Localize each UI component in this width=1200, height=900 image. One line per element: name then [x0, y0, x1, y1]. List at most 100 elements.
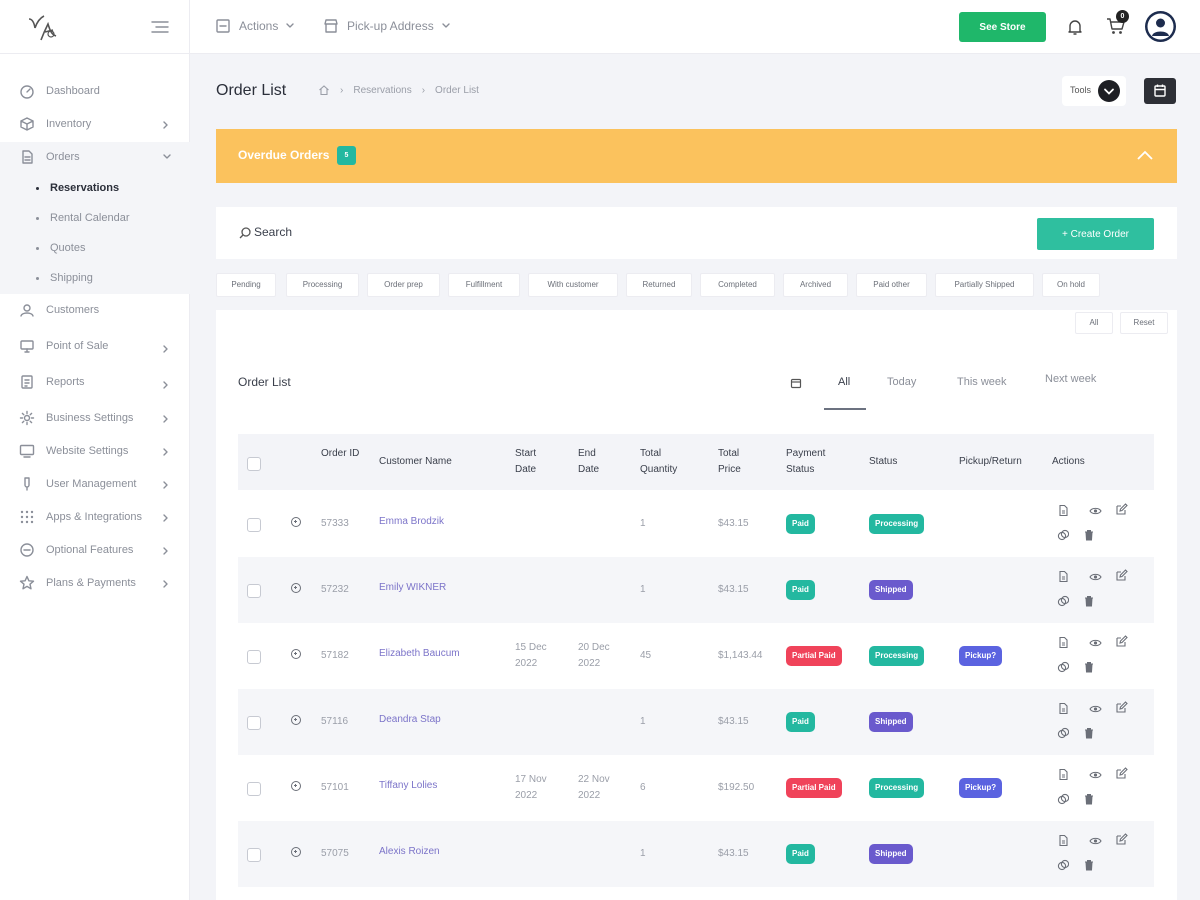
filter-pending[interactable]: Pending — [216, 273, 276, 297]
customer-name-link[interactable]: Emma Brodzik — [379, 516, 444, 527]
overdue-orders-panel[interactable]: Overdue Orders 5 — [216, 129, 1177, 183]
filter-archived[interactable]: Archived — [783, 273, 848, 297]
view-invoice-action[interactable] — [1057, 834, 1069, 847]
customer-name-link[interactable]: Emily WIKNER — [379, 582, 446, 593]
select-all-checkbox[interactable] — [247, 457, 261, 471]
row-checkbox[interactable] — [247, 848, 261, 862]
column-header-total-price[interactable]: Total Price — [718, 446, 750, 478]
view-order-action[interactable] — [1089, 703, 1102, 715]
expand-row-icon[interactable] — [291, 715, 301, 725]
view-invoice-action[interactable] — [1057, 702, 1069, 715]
sidebar-item-website-settings[interactable]: Website Settings — [0, 436, 190, 466]
column-header-payment-status[interactable]: Payment Status — [786, 446, 841, 478]
status-badge[interactable]: Shipped — [869, 844, 913, 864]
calendar-button[interactable] — [1144, 78, 1176, 104]
view-order-action[interactable] — [1089, 571, 1102, 583]
filter-on-hold[interactable]: On hold — [1042, 273, 1100, 297]
filter-all-button[interactable]: All — [1075, 312, 1113, 334]
home-icon[interactable] — [318, 84, 330, 96]
chevron-up-icon[interactable] — [1136, 148, 1154, 162]
sidebar-item-point-of-sale[interactable]: Point of Sale — [0, 331, 190, 361]
column-header-start-date[interactable]: Start Date — [515, 446, 545, 478]
sidebar-item-reports[interactable]: Reports — [0, 367, 190, 397]
expand-row-icon[interactable] — [291, 583, 301, 593]
row-checkbox[interactable] — [247, 518, 261, 532]
column-header-total-quantity[interactable]: Total Quantity — [640, 446, 690, 478]
sidebar-item-dashboard[interactable]: Dashboard — [0, 76, 190, 106]
customer-name-link[interactable]: Alexis Roizen — [379, 846, 440, 857]
delete-order-action[interactable] — [1083, 793, 1095, 805]
tools-dropdown[interactable]: Tools — [1062, 76, 1126, 106]
edit-order-action[interactable] — [1115, 569, 1128, 581]
delete-order-action[interactable] — [1083, 859, 1095, 871]
column-header-pickup-return[interactable]: Pickup/Return — [959, 454, 1022, 470]
filter-with-customer[interactable]: With customer — [528, 273, 618, 297]
filter-reset-button[interactable]: Reset — [1120, 312, 1168, 334]
duplicate-order-action[interactable] — [1057, 529, 1069, 541]
filter-paid-other[interactable]: Paid other — [856, 273, 927, 297]
view-order-action[interactable] — [1089, 637, 1102, 649]
delete-order-action[interactable] — [1083, 529, 1095, 541]
pickup-return-badge[interactable]: Pickup? — [959, 778, 1003, 798]
expand-row-icon[interactable] — [291, 649, 301, 659]
expand-row-icon[interactable] — [291, 847, 301, 857]
duplicate-order-action[interactable] — [1057, 859, 1069, 871]
customer-name-link[interactable]: Tiffany Lolies — [379, 780, 437, 791]
sidebar-item-optional-features[interactable]: Optional Features — [0, 535, 190, 565]
edit-order-action[interactable] — [1115, 635, 1128, 647]
sidebar-item-inventory[interactable]: Inventory — [0, 109, 190, 139]
tab-this-week[interactable]: This week — [957, 376, 1007, 388]
row-checkbox[interactable] — [247, 650, 261, 664]
filter-processing[interactable]: Processing — [286, 273, 359, 297]
status-badge[interactable]: Shipped — [869, 712, 913, 732]
pickup-return-badge[interactable]: Pickup? — [959, 646, 1003, 666]
view-order-action[interactable] — [1089, 835, 1102, 847]
column-header-customer-name[interactable]: Customer Name — [379, 454, 452, 470]
column-header-end-date[interactable]: End Date — [578, 446, 608, 478]
sidebar-subitem-shipping[interactable]: Shipping — [0, 264, 190, 292]
customer-name-link[interactable]: Deandra Stap — [379, 714, 441, 725]
filter-completed[interactable]: Completed — [700, 273, 775, 297]
sidebar-item-user-management[interactable]: User Management — [0, 469, 190, 499]
customer-name-link[interactable]: Elizabeth Baucum — [379, 648, 460, 659]
sidebar-item-apps-integrations[interactable]: Apps & Integrations — [0, 502, 190, 532]
filter-fulfillment[interactable]: Fulfillment — [448, 273, 520, 297]
edit-order-action[interactable] — [1115, 701, 1128, 713]
sidebar-subitem-reservations[interactable]: Reservations — [0, 174, 190, 202]
status-badge[interactable]: Processing — [869, 646, 925, 666]
filter-partially-shipped[interactable]: Partially Shipped — [935, 273, 1034, 297]
column-header-status[interactable]: Status — [869, 454, 897, 470]
calendar-icon[interactable] — [790, 377, 802, 389]
delete-order-action[interactable] — [1083, 595, 1095, 607]
duplicate-order-action[interactable] — [1057, 661, 1069, 673]
sidebar-item-orders[interactable]: Orders — [0, 142, 190, 172]
pickup-address-menu[interactable]: Pick-up Address — [323, 18, 450, 34]
edit-order-action[interactable] — [1115, 503, 1128, 515]
filter-order-prep[interactable]: Order prep — [367, 273, 440, 297]
user-avatar[interactable] — [1145, 11, 1176, 42]
view-invoice-action[interactable] — [1057, 636, 1069, 649]
duplicate-order-action[interactable] — [1057, 793, 1069, 805]
create-order-button[interactable]: + Create Order — [1037, 218, 1154, 250]
bell-icon[interactable] — [1067, 18, 1083, 36]
actions-menu[interactable]: Actions — [215, 18, 295, 34]
view-invoice-action[interactable] — [1057, 504, 1069, 517]
duplicate-order-action[interactable] — [1057, 727, 1069, 739]
status-badge[interactable]: Processing — [869, 778, 925, 798]
see-store-button[interactable]: See Store — [959, 12, 1046, 42]
sidebar-item-plans-payments[interactable]: Plans & Payments — [0, 568, 190, 598]
row-checkbox[interactable] — [247, 584, 261, 598]
delete-order-action[interactable] — [1083, 727, 1095, 739]
expand-row-icon[interactable] — [291, 517, 301, 527]
edit-order-action[interactable] — [1115, 833, 1128, 845]
status-badge[interactable]: Processing — [869, 514, 925, 534]
row-checkbox[interactable] — [247, 782, 261, 796]
breadcrumb-reservations[interactable]: Reservations — [353, 85, 411, 96]
status-badge[interactable]: Shipped — [869, 580, 913, 600]
sidebar-subitem-rental-calendar[interactable]: Rental Calendar — [0, 204, 190, 232]
edit-order-action[interactable] — [1115, 767, 1128, 779]
delete-order-action[interactable] — [1083, 661, 1095, 673]
tab-all[interactable]: All — [838, 376, 850, 388]
view-order-action[interactable] — [1089, 769, 1102, 781]
filter-returned[interactable]: Returned — [626, 273, 692, 297]
